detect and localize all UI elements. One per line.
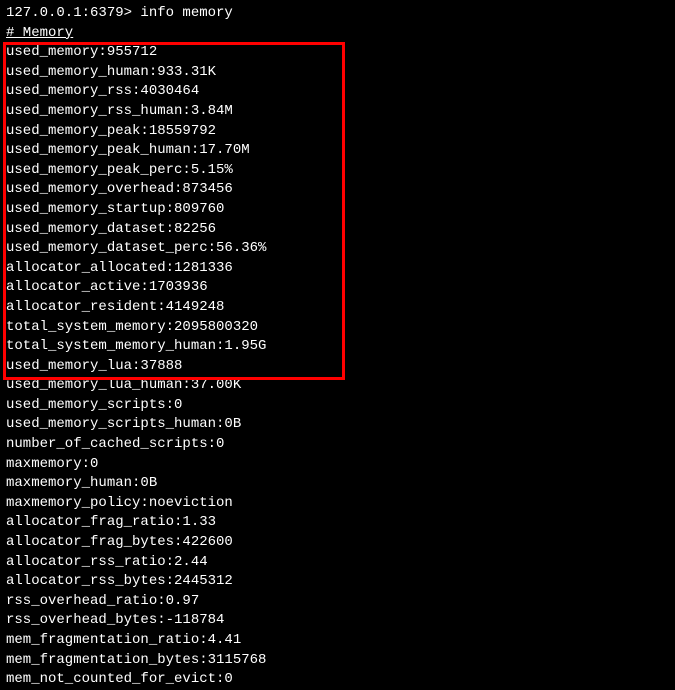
output-line: maxmemory:0 [6, 455, 669, 475]
output-line: used_memory_rss:4030464 [6, 82, 669, 102]
output-line: allocator_active:1703936 [6, 278, 669, 298]
output-line: rss_overhead_bytes:-118784 [6, 611, 669, 631]
output-line: used_memory_overhead:873456 [6, 180, 669, 200]
output-line: mem_not_counted_for_evict:0 [6, 670, 669, 690]
output-line: allocator_frag_ratio:1.33 [6, 513, 669, 533]
output-line: allocator_allocated:1281336 [6, 259, 669, 279]
output-line: used_memory_dataset:82256 [6, 220, 669, 240]
command-text: info memory [140, 5, 232, 21]
output-line: total_system_memory:2095800320 [6, 318, 669, 338]
output-line: used_memory_lua:37888 [6, 357, 669, 377]
output-line: maxmemory_human:0B [6, 474, 669, 494]
output-line: used_memory_rss_human:3.84M [6, 102, 669, 122]
output-line: allocator_rss_ratio:2.44 [6, 553, 669, 573]
output-line: used_memory:955712 [6, 43, 669, 63]
prompt-text: 127.0.0.1:6379> [6, 5, 140, 21]
section-header: # Memory [6, 24, 669, 44]
output-line: used_memory_startup:809760 [6, 200, 669, 220]
output-line: mem_fragmentation_ratio:4.41 [6, 631, 669, 651]
terminal-output: 127.0.0.1:6379> info memory # Memory use… [6, 4, 669, 690]
output-line: rss_overhead_ratio:0.97 [6, 592, 669, 612]
highlighted-output-block: used_memory:955712used_memory_human:933.… [6, 43, 669, 376]
output-line: used_memory_peak_human:17.70M [6, 141, 669, 161]
output-line: allocator_frag_bytes:422600 [6, 533, 669, 553]
output-line: used_memory_human:933.31K [6, 63, 669, 83]
output-line: allocator_rss_bytes:2445312 [6, 572, 669, 592]
output-line: mem_fragmentation_bytes:3115768 [6, 651, 669, 671]
output-line: number_of_cached_scripts:0 [6, 435, 669, 455]
command-prompt-line: 127.0.0.1:6379> info memory [6, 4, 669, 24]
output-line: maxmemory_policy:noeviction [6, 494, 669, 514]
output-line: allocator_resident:4149248 [6, 298, 669, 318]
output-line: used_memory_peak_perc:5.15% [6, 161, 669, 181]
output-line: used_memory_dataset_perc:56.36% [6, 239, 669, 259]
remaining-output-block: used_memory_lua_human:37.00Kused_memory_… [6, 376, 669, 690]
output-line: used_memory_peak:18559792 [6, 122, 669, 142]
output-line: total_system_memory_human:1.95G [6, 337, 669, 357]
output-line: used_memory_lua_human:37.00K [6, 376, 669, 396]
output-line: used_memory_scripts:0 [6, 396, 669, 416]
output-line: used_memory_scripts_human:0B [6, 415, 669, 435]
